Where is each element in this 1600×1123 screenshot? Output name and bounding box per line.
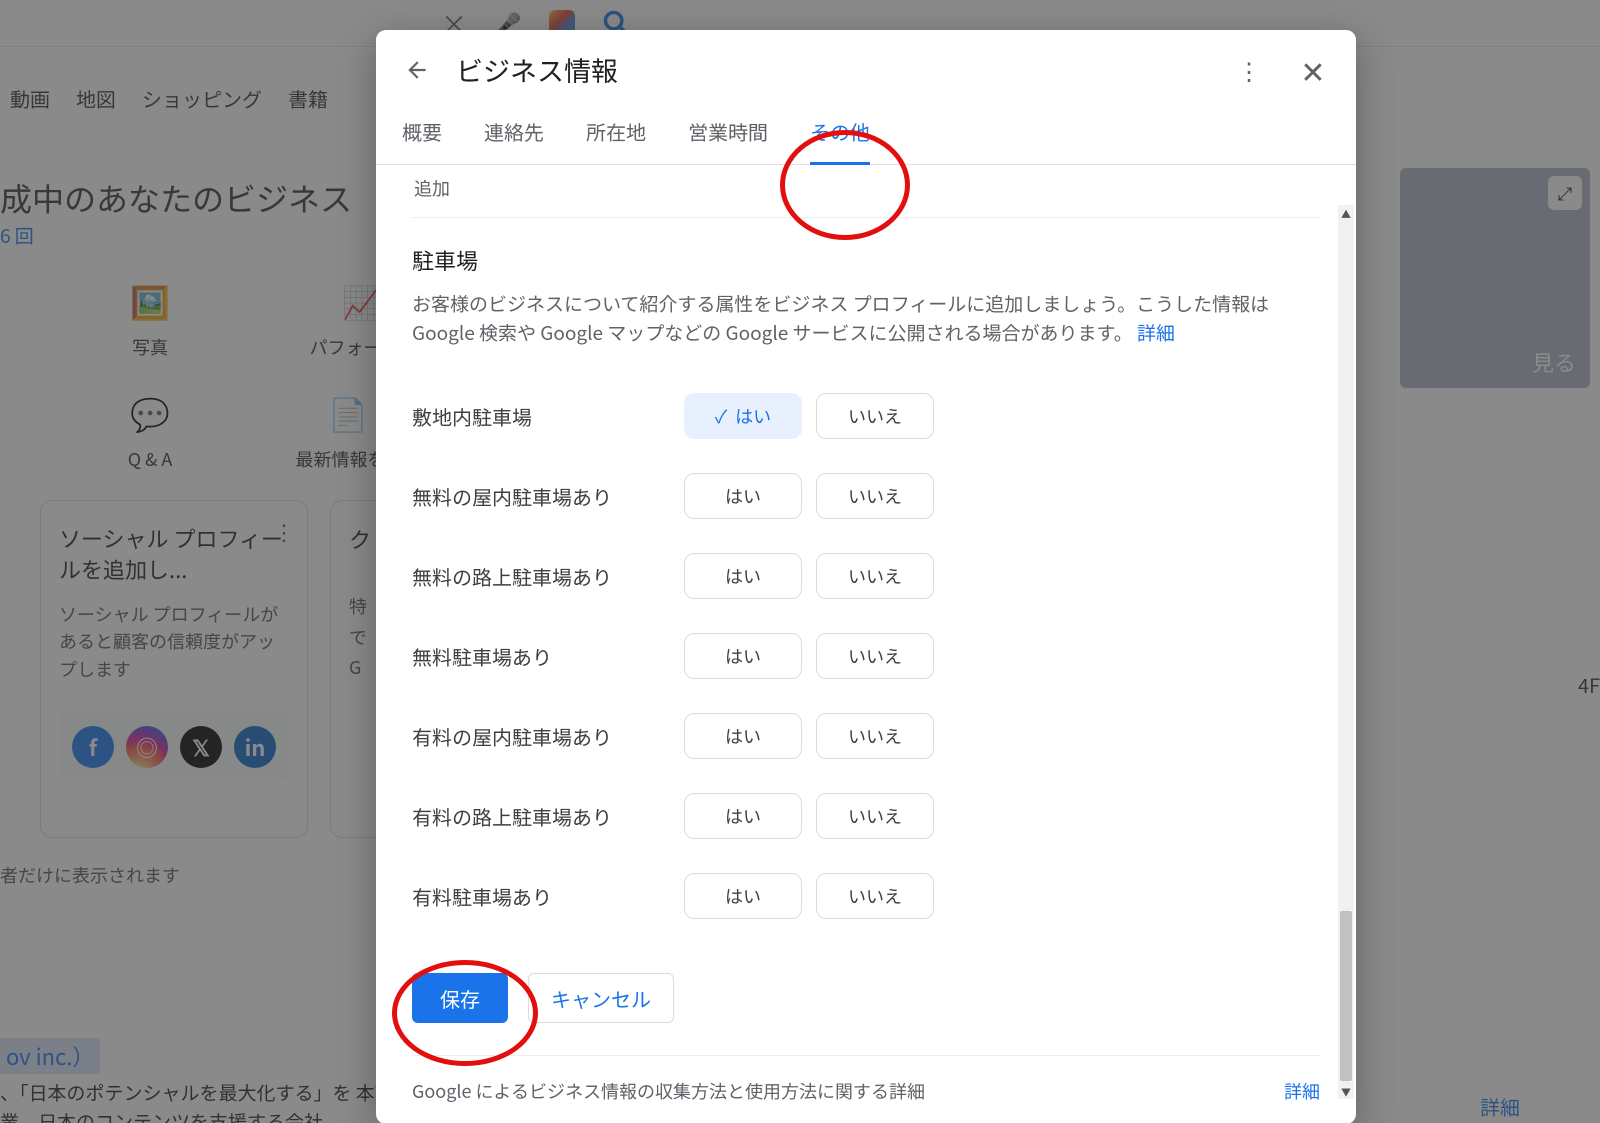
check-icon: ✓ xyxy=(715,403,727,429)
attr-row: 有料駐車場あり はい いいえ xyxy=(412,873,1320,919)
chip-yes[interactable]: はい xyxy=(684,473,802,519)
chip-yes[interactable]: はい xyxy=(684,793,802,839)
tab-location[interactable]: 所在地 xyxy=(586,117,646,164)
modal-footer: Google によるビジネス情報の収集方法と使用方法に関する詳細 詳細 xyxy=(412,1055,1320,1104)
chip-no-label: いいえ xyxy=(848,803,902,829)
section-title-parking: 駐車場 xyxy=(412,244,1320,276)
modal-more-button[interactable]: ⋮ xyxy=(1232,53,1266,87)
attribute-rows: 敷地内駐車場✓はいいいえ無料の屋内駐車場ありはいいいえ無料の路上駐車場ありはいい… xyxy=(412,393,1320,919)
more-vert-icon: ⋮ xyxy=(1237,52,1261,87)
modal-close-button[interactable]: ✕ xyxy=(1296,53,1330,87)
arrow-left-icon xyxy=(404,57,430,83)
chip-no-label: いいえ xyxy=(848,643,902,669)
modal-body: 追加 駐車場 お客様のビジネスについて紹介する属性をビジネス プロフィールに追加… xyxy=(376,165,1356,1109)
chip-no-label: いいえ xyxy=(848,483,902,509)
chip-group: はい いいえ xyxy=(684,713,934,759)
chip-yes-label: はい xyxy=(725,803,761,829)
attr-label: 無料の屋内駐車場あり xyxy=(412,482,664,511)
chip-yes-label: はい xyxy=(735,403,771,429)
chip-no[interactable]: いいえ xyxy=(816,633,934,679)
chip-group: はい いいえ xyxy=(684,473,934,519)
save-button[interactable]: 保存 xyxy=(412,973,508,1023)
back-button[interactable] xyxy=(398,51,436,89)
close-icon: ✕ xyxy=(1300,48,1325,92)
footer-detail-link[interactable]: 詳細 xyxy=(1284,1078,1320,1104)
scroll-down-icon[interactable]: ▼ xyxy=(1338,1083,1354,1099)
tab-more[interactable]: その他 xyxy=(810,117,870,165)
action-row: 保存 キャンセル xyxy=(412,973,1320,1023)
chip-yes[interactable]: はい xyxy=(684,553,802,599)
tab-contact[interactable]: 連絡先 xyxy=(484,117,544,164)
chip-no[interactable]: いいえ xyxy=(816,713,934,759)
chip-group: はい いいえ xyxy=(684,553,934,599)
attr-label: 敷地内駐車場 xyxy=(412,402,664,431)
attr-row: 無料の屋内駐車場あり はい いいえ xyxy=(412,473,1320,519)
scroll-area: 追加 駐車場 お客様のビジネスについて紹介する属性をビジネス プロフィールに追加… xyxy=(412,165,1320,1109)
chip-yes[interactable]: はい xyxy=(684,873,802,919)
chip-no[interactable]: いいえ xyxy=(816,473,934,519)
tab-overview[interactable]: 概要 xyxy=(402,117,442,164)
chip-yes-label: はい xyxy=(725,563,761,589)
business-info-modal: ビジネス情報 ⋮ ✕ 概要 連絡先 所在地 営業時間 その他 追加 駐車場 お客… xyxy=(376,30,1356,1123)
attr-label: 有料駐車場あり xyxy=(412,882,664,911)
chip-no-label: いいえ xyxy=(848,883,902,909)
tab-hours[interactable]: 営業時間 xyxy=(688,117,768,164)
attr-label: 無料駐車場あり xyxy=(412,642,664,671)
attr-label: 有料の路上駐車場あり xyxy=(412,802,664,831)
chip-no[interactable]: いいえ xyxy=(816,793,934,839)
attr-row: 有料の路上駐車場あり はい いいえ xyxy=(412,793,1320,839)
chip-group: はい いいえ xyxy=(684,873,934,919)
scrollbar-thumb[interactable] xyxy=(1340,911,1352,1081)
chip-no-label: いいえ xyxy=(848,563,902,589)
chip-no[interactable]: いいえ xyxy=(816,553,934,599)
attr-label: 有料の屋内駐車場あり xyxy=(412,722,664,751)
chip-group: ✓ はい いいえ xyxy=(684,393,934,439)
modal-tabs: 概要 連絡先 所在地 営業時間 その他 xyxy=(376,99,1356,165)
learn-more-link[interactable]: 詳細 xyxy=(1137,319,1175,346)
modal-header: ビジネス情報 ⋮ ✕ xyxy=(376,30,1356,99)
chip-no-label: いいえ xyxy=(848,403,902,429)
attr-row: 無料駐車場あり はい いいえ xyxy=(412,633,1320,679)
chip-no[interactable]: いいえ xyxy=(816,393,934,439)
modal-title: ビジネス情報 xyxy=(456,50,1212,89)
attr-row: 有料の屋内駐車場あり はい いいえ xyxy=(412,713,1320,759)
attr-row: 無料の路上駐車場あり はい いいえ xyxy=(412,553,1320,599)
chip-group: はい いいえ xyxy=(684,793,934,839)
chip-yes-label: はい xyxy=(725,483,761,509)
attr-label: 無料の路上駐車場あり xyxy=(412,562,664,591)
footer-text: Google によるビジネス情報の収集方法と使用方法に関する詳細 xyxy=(412,1078,925,1104)
chip-group: はい いいえ xyxy=(684,633,934,679)
chip-yes-label: はい xyxy=(725,883,761,909)
cancel-button[interactable]: キャンセル xyxy=(528,973,674,1023)
chip-yes[interactable]: はい xyxy=(684,713,802,759)
chip-no-label: いいえ xyxy=(848,723,902,749)
scroll-up-icon[interactable]: ▲ xyxy=(1338,205,1354,221)
chip-yes-label: はい xyxy=(725,643,761,669)
prev-section-tail: 追加 xyxy=(412,169,1320,218)
chip-yes[interactable]: はい xyxy=(684,633,802,679)
scrollbar[interactable]: ▲ ▼ xyxy=(1338,205,1354,1099)
attr-row: 敷地内駐車場 ✓ はい いいえ xyxy=(412,393,1320,439)
chip-yes-label: はい xyxy=(725,723,761,749)
chip-no[interactable]: いいえ xyxy=(816,873,934,919)
chip-yes[interactable]: ✓ はい xyxy=(684,393,802,439)
section-description: お客様のビジネスについて紹介する属性をビジネス プロフィールに追加しましょう。こ… xyxy=(412,290,1320,347)
